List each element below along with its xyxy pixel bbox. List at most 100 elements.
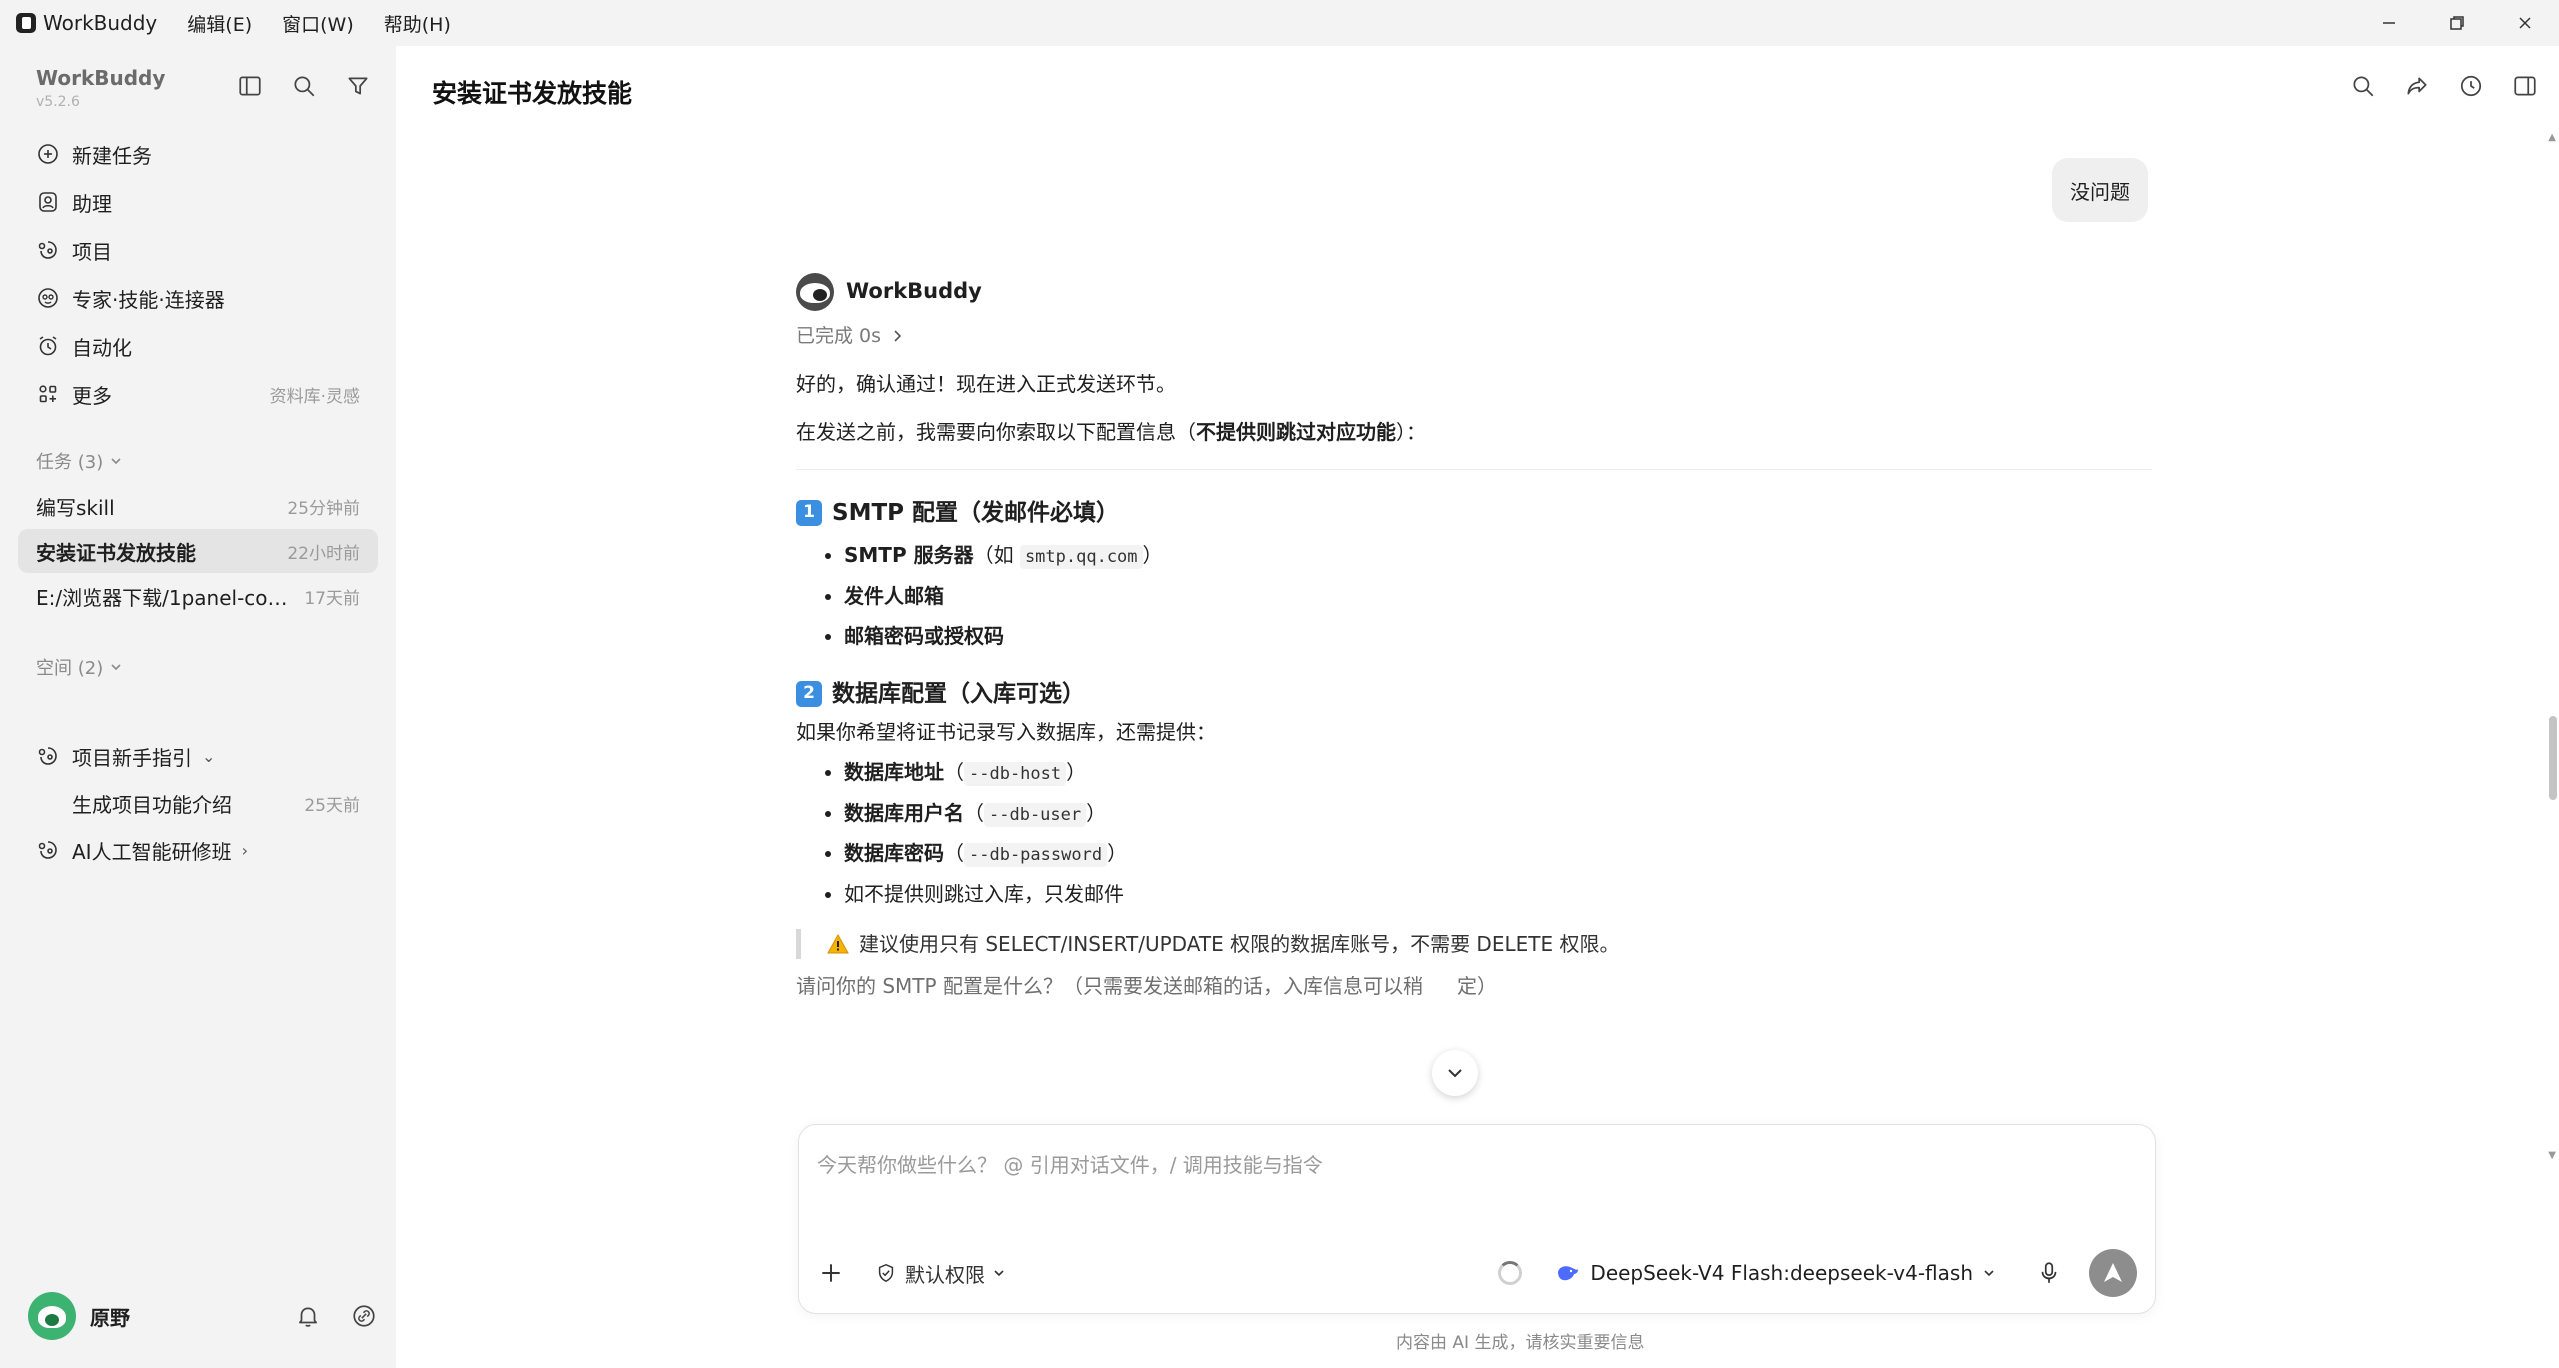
- filter-button[interactable]: [344, 72, 372, 100]
- shield-check-icon: [878, 1263, 894, 1283]
- restore-button[interactable]: [2423, 0, 2491, 46]
- section-title: 数据库配置（入库可选）: [832, 680, 1085, 707]
- nav-more[interactable]: 更多 资料库·灵感: [18, 370, 378, 418]
- spaces-header-label: 空间 (2): [36, 658, 104, 679]
- header-icons: [2349, 72, 2539, 100]
- list-item: 数据库地址（--db-host）: [844, 757, 2152, 788]
- item-bold: 数据库用户名: [844, 800, 964, 825]
- loading-spinner-icon: [1498, 1261, 1523, 1285]
- app-logo-icon: [16, 13, 36, 33]
- item-post: ）: [1142, 543, 1163, 567]
- question-post: 定）: [1456, 973, 1497, 998]
- task-list: 编写skill 25分钟前 安装证书发放技能 22小时前 E:/浏览器下载/1p…: [18, 484, 378, 619]
- tasks-section-header[interactable]: 任务 (3): [36, 448, 123, 474]
- status-text: 已完成 0s: [796, 325, 882, 347]
- ask-intro: 在发送之前，我需要向你索取以下配置信息（不提供则跳过对应功能）：: [796, 417, 2152, 447]
- restore-icon: [2450, 16, 2464, 30]
- composer-input[interactable]: 今天帮你做些什么？ @ 引用对话文件，/ 调用技能与指令: [817, 1149, 1323, 1178]
- section-title: SMTP 配置（发邮件必填）: [832, 499, 1120, 526]
- section-db-heading: 2 数据库配置（入库可选）: [796, 677, 2152, 712]
- minimize-button[interactable]: [2355, 0, 2423, 46]
- ask-intro-pre: 在发送之前，我需要向你索取以下配置信息（: [796, 419, 1196, 444]
- assistant-message: WorkBuddy 已完成 0s 好的，确认通过！现在进入正式发送环节。 在发送…: [796, 272, 2152, 1001]
- scroll-down-arrow-icon[interactable]: ▼: [2548, 1150, 2556, 1161]
- composer-toolbar: 默认权限 DeepSeek-V4 Flash:deepseek-v4-flash: [817, 1249, 2137, 1297]
- nav-label: 新建任务: [72, 143, 152, 168]
- chat-scrollbar[interactable]: ▲ ▼: [2545, 132, 2559, 1162]
- history-button[interactable]: [2457, 72, 2485, 100]
- ai-disclaimer: 内容由 AI 生成，请核实重要信息: [1396, 1333, 1645, 1353]
- send-button[interactable]: [2089, 1249, 2137, 1297]
- list-item: 发件人邮箱: [844, 581, 2152, 611]
- microphone-icon: [2041, 1262, 2057, 1283]
- search-button[interactable]: [2349, 72, 2377, 100]
- nav-assistant[interactable]: 助理: [18, 178, 378, 226]
- nav-new-task[interactable]: 新建任务: [18, 130, 378, 178]
- avatar[interactable]: [28, 1292, 76, 1340]
- list-item: 如不提供则跳过入库，只发邮件: [844, 879, 2152, 909]
- task-item[interactable]: 编写skill 25分钟前: [18, 484, 378, 528]
- task-item[interactable]: E:/浏览器下载/1panel-cordys-crm-master 17天前: [18, 574, 378, 618]
- scroll-to-bottom-button[interactable]: [1432, 1050, 1478, 1096]
- chevron-right-icon: ›: [241, 840, 248, 860]
- status-toggle[interactable]: 已完成 0s: [796, 322, 2152, 351]
- brand-name: WorkBuddy: [36, 66, 166, 90]
- sidebar-search-button[interactable]: [290, 72, 318, 100]
- nav-experts[interactable]: 专家·技能·连接器: [18, 274, 378, 322]
- close-icon: [2519, 17, 2531, 29]
- notifications-button[interactable]: [294, 1302, 322, 1330]
- attach-button[interactable]: [817, 1259, 845, 1287]
- nav-project[interactable]: 项目: [18, 226, 378, 274]
- task-time: 25分钟前: [287, 498, 360, 519]
- task-name: 编写skill: [36, 495, 115, 520]
- permission-dropdown[interactable]: 默认权限: [875, 1259, 1005, 1288]
- chevron-down-icon: [111, 664, 121, 671]
- db-list: 数据库地址（--db-host） 数据库用户名（--db-user） 数据库密码…: [796, 757, 2152, 909]
- item-bold: 数据库密码: [844, 841, 944, 865]
- menu-window[interactable]: 窗口(W): [282, 10, 354, 37]
- menu-edit[interactable]: 编辑(E): [187, 10, 252, 37]
- ask-intro-bold: 不提供则跳过对应功能: [1196, 419, 1396, 444]
- scrollbar-thumb[interactable]: [2549, 716, 2557, 800]
- spaces-section-header[interactable]: 空间 (2): [36, 654, 123, 680]
- window-controls: [2355, 0, 2559, 46]
- toggle-panel-button[interactable]: [2511, 72, 2539, 100]
- task-item-active[interactable]: 安装证书发放技能 22小时前: [18, 529, 378, 573]
- app-name: WorkBuddy: [43, 11, 158, 35]
- message-composer[interactable]: 今天帮你做些什么？ @ 引用对话文件，/ 调用技能与指令 默认权限 DeepSe…: [798, 1124, 2156, 1314]
- section-smtp-heading: 1 SMTP 配置（发邮件必填）: [796, 496, 2152, 531]
- db-desc: 如果你希望将证书记录写入数据库，还需提供：: [796, 720, 1216, 744]
- sidebar-top-icons: [236, 72, 372, 100]
- user-message-bubble: 没问题: [2052, 158, 2148, 222]
- nav-automation[interactable]: 自动化: [18, 322, 378, 370]
- space-item[interactable]: 项目新手指引 ⌄: [18, 732, 378, 780]
- chevron-down-icon: ⌄: [202, 746, 216, 766]
- model-label: DeepSeek-V4 Flash:deepseek-v4-flash: [1590, 1261, 1973, 1285]
- share-button[interactable]: [2403, 72, 2431, 100]
- scroll-up-arrow-icon[interactable]: ▲: [2548, 132, 2556, 143]
- menu-help[interactable]: 帮助(H): [384, 10, 451, 37]
- ask-intro-post: ）：: [1396, 419, 1426, 444]
- apps-icon: [36, 382, 60, 406]
- item-pre: （: [944, 760, 964, 784]
- space-sub-item[interactable]: 生成项目功能介绍 25天前: [18, 780, 378, 826]
- space-item[interactable]: AI人工智能研修班 ›: [18, 826, 378, 874]
- nav-more-extra: 资料库·灵感: [269, 386, 360, 407]
- nav-label: 自动化: [72, 335, 132, 360]
- space-list: 项目新手指引 ⌄ 生成项目功能介绍 25天前 AI人工智能研修班 ›: [18, 732, 378, 874]
- bell-icon: [299, 1307, 317, 1327]
- main-nav: 新建任务 助理 项目 专家·技能·连接器 自动化 更多 资料库·灵感: [18, 130, 378, 418]
- warning-quote: 建议使用只有 SELECT/INSERT/UPDATE 权限的数据库账号，不需要…: [796, 928, 2152, 959]
- toggle-sidebar-button[interactable]: [236, 72, 264, 100]
- brand-version: v5.2.6: [36, 94, 80, 110]
- model-selector[interactable]: DeepSeek-V4 Flash:deepseek-v4-flash: [1556, 1261, 1995, 1285]
- task-time: 17天前: [304, 588, 360, 609]
- send-arrow-icon: [2104, 1263, 2122, 1282]
- item-pre: （: [944, 841, 964, 865]
- item-pre: （如: [973, 543, 1020, 567]
- item-text: 如不提供则跳过入库，只发邮件: [844, 881, 1124, 906]
- link-button[interactable]: [350, 1302, 378, 1330]
- voice-input-button[interactable]: [2035, 1259, 2063, 1287]
- close-window-button[interactable]: [2491, 0, 2559, 46]
- keycap-one-icon: 1: [796, 499, 822, 526]
